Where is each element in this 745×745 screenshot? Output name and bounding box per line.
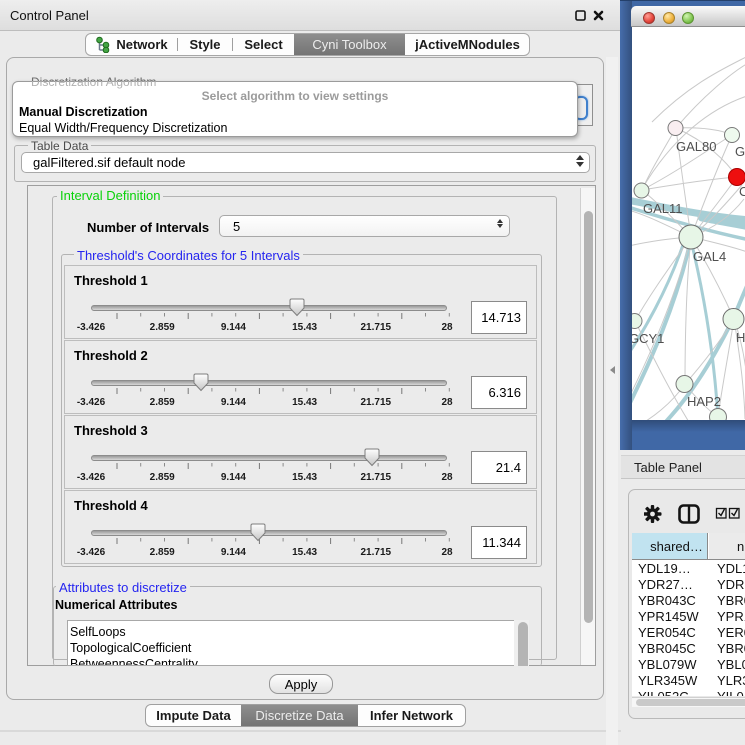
svg-text:HAP2: HAP2 (687, 394, 721, 409)
svg-text:GAL11: GAL11 (643, 201, 683, 216)
svg-text:H: H (736, 330, 745, 345)
svg-text:GAL80: GAL80 (676, 139, 716, 154)
svg-text:GAL4: GAL4 (693, 249, 726, 264)
svg-text:GCY1: GCY1 (632, 331, 664, 346)
svg-text:G…: G… (735, 144, 745, 159)
svg-text:C: C (739, 184, 745, 199)
